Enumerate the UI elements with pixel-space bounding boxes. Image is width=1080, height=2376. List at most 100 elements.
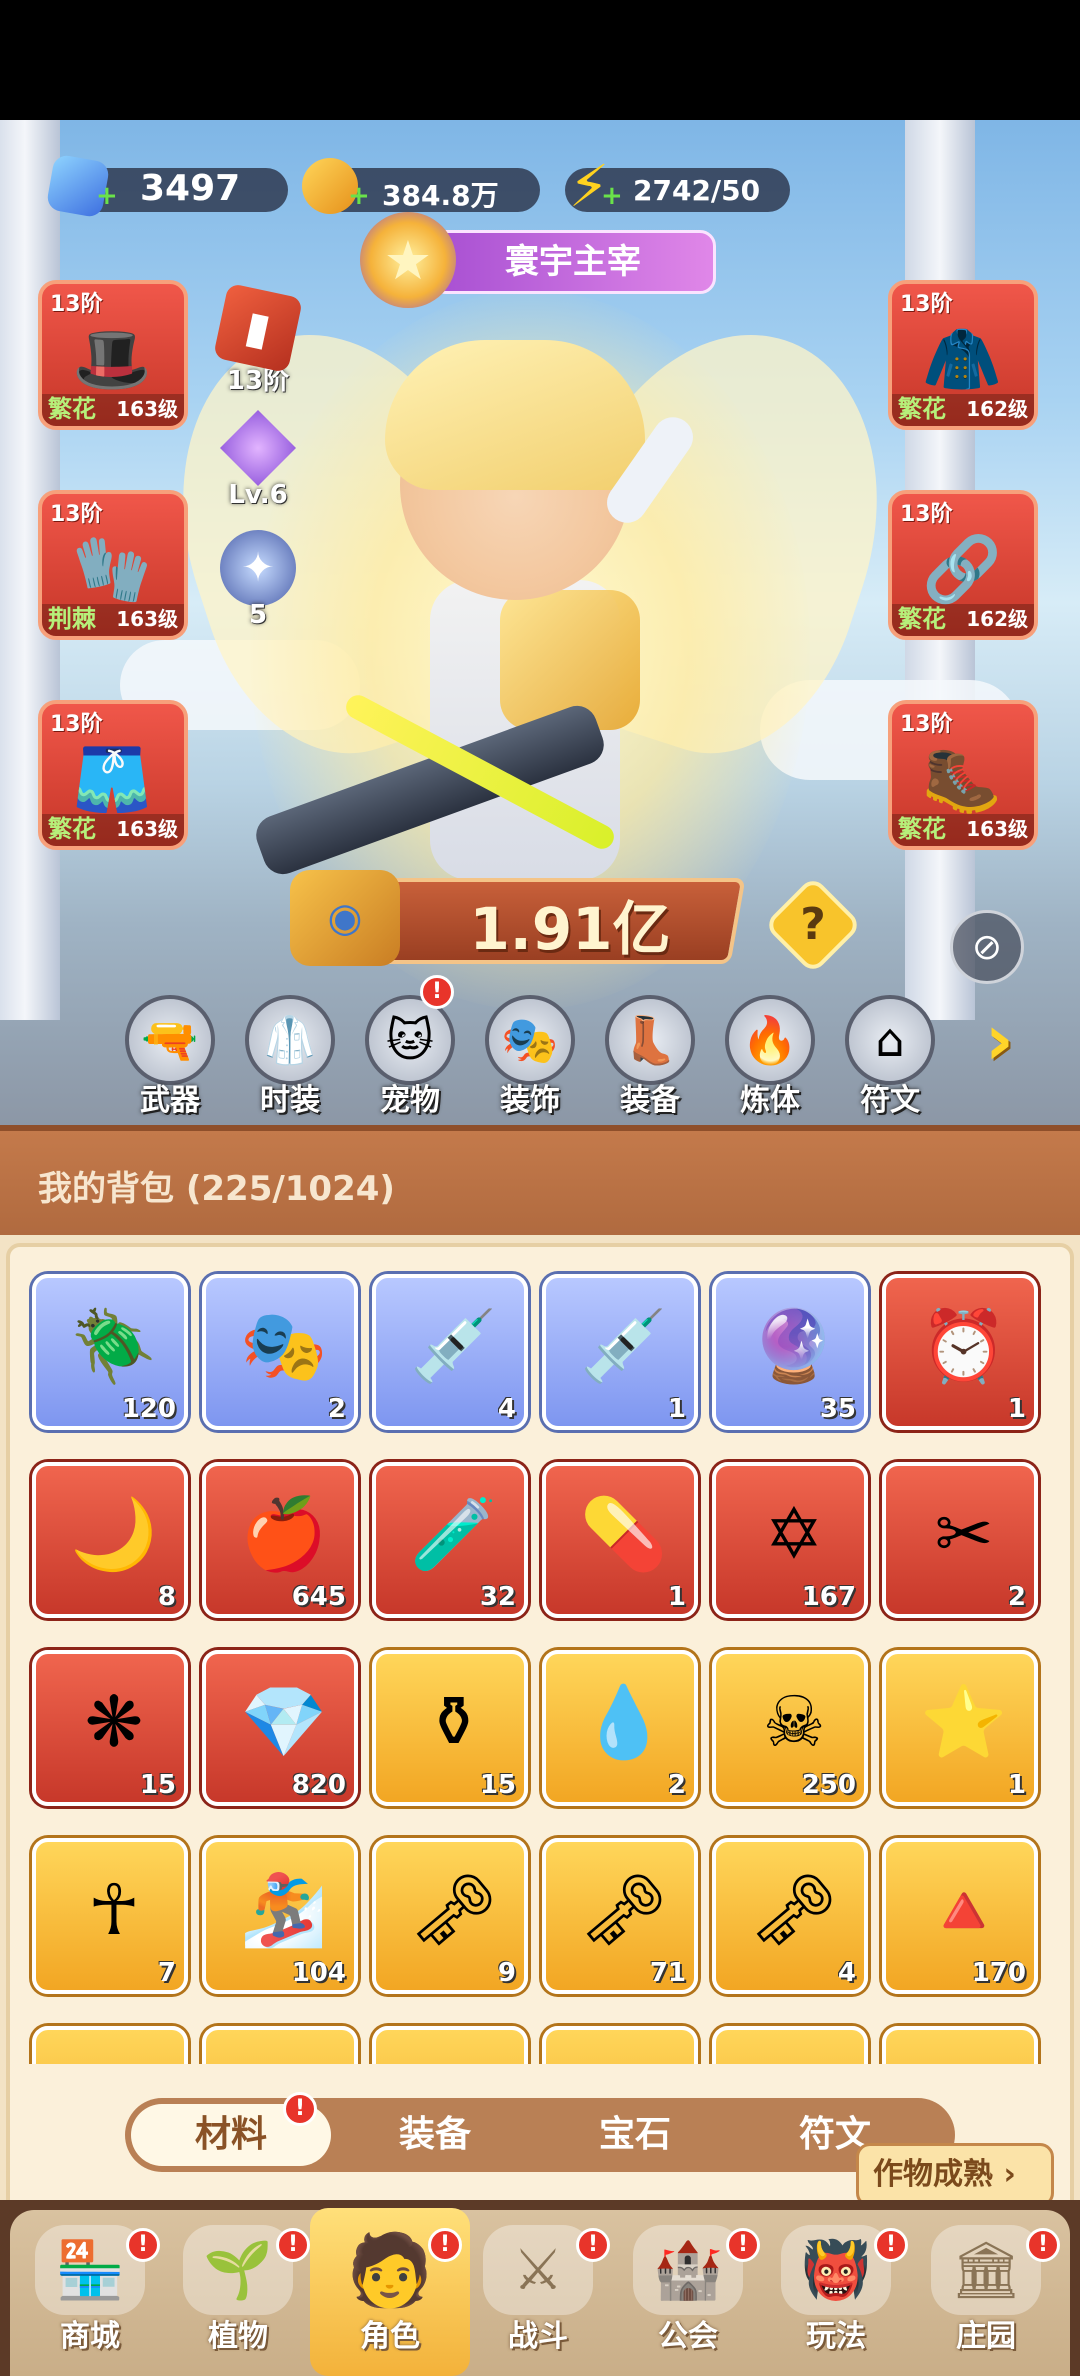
tier-stat[interactable]: ▮ 13阶 [212, 282, 304, 397]
category-pet[interactable]: 🐱 宠物 [360, 995, 460, 1119]
power-gem-icon: ◉ [290, 870, 400, 966]
inventory-item[interactable]: ✂ 2 [882, 1462, 1038, 1618]
slot-level: 162级 [966, 607, 1028, 631]
harvest-button[interactable]: 作物成熟 › [856, 2143, 1054, 2207]
item-count: 35 [819, 1394, 856, 1424]
gold-key-icon: 🗝 [579, 1868, 669, 1951]
category-decoration[interactable]: 🎭 装饰 [480, 995, 580, 1119]
inventory-item[interactable]: 🍎 645 [202, 1462, 358, 1618]
slot-name: 繁花 [898, 815, 946, 843]
inventory-item[interactable]: ☠ 250 [712, 1650, 868, 1806]
partial-item-icon [910, 2048, 1018, 2064]
nav-label: 庄园 [956, 2319, 1016, 2354]
inventory-item[interactable] [32, 2026, 188, 2064]
chevron-right-icon[interactable]: › [985, 1005, 1045, 1075]
item-count: 9 [497, 1958, 516, 1988]
inventory-item[interactable]: 🏂 104 [202, 1838, 358, 1994]
plus-icon[interactable]: + [601, 183, 623, 209]
inventory-item[interactable]: 💉 4 [372, 1274, 528, 1430]
inventory-item[interactable]: ⚱ 15 [372, 1650, 528, 1806]
title-badge[interactable]: 寰宇主宰 ★ [360, 212, 730, 308]
inventory-item[interactable]: 🗝 4 [712, 1838, 868, 1994]
slot-tier: 13阶 [900, 292, 953, 317]
energy-value: 2742/50 [633, 174, 761, 207]
category-refine[interactable]: 🔥 炼体 [720, 995, 820, 1119]
equip-slot-belt[interactable]: 🔗 13阶 繁花 162级 [888, 490, 1038, 640]
clock-card-icon: ⏰ [920, 1304, 1008, 1387]
inventory-item[interactable]: 🌙 8 [32, 1462, 188, 1618]
tab-gems[interactable]: 宝石 [535, 2104, 735, 2166]
inventory-item[interactable]: 💉 1 [542, 1274, 698, 1430]
inventory-item[interactable]: 🎭 2 [202, 1274, 358, 1430]
item-count: 2 [327, 1394, 346, 1424]
coin-value: 384.8万 [382, 179, 499, 212]
slot-level: 163级 [116, 817, 178, 841]
boot-icon: 👢 [605, 995, 695, 1085]
plus-icon[interactable]: + [96, 183, 118, 209]
partial-item-icon [740, 2048, 848, 2064]
item-count: 1 [1007, 1394, 1026, 1424]
plus-icon[interactable]: + [348, 183, 370, 209]
inventory-item[interactable]: 🗝 9 [372, 1838, 528, 1994]
inventory-item[interactable]: 🧪 32 [372, 1462, 528, 1618]
equip-slot-shorts[interactable]: 🩳 13阶 繁花 163级 [38, 700, 188, 850]
category-label: 武器 [140, 1083, 200, 1118]
level-stat[interactable]: Lv.6 [218, 410, 298, 510]
inventory-item[interactable]: 💊 1 [542, 1462, 698, 1618]
item-count: 120 [121, 1394, 176, 1424]
inventory-item[interactable] [202, 2026, 358, 2064]
inventory-item[interactable] [542, 2026, 698, 2064]
manor-icon: 🏛 [931, 2225, 1041, 2315]
item-count: 4 [837, 1958, 856, 1988]
notification-badge: ! [726, 2228, 760, 2262]
diamond-counter[interactable]: + 3497 [45, 153, 288, 219]
partial-item-icon [60, 2048, 168, 2064]
question-icon[interactable]: ? [778, 890, 848, 960]
category-label: 宠物 [380, 1083, 440, 1118]
inventory-item[interactable] [882, 2026, 1038, 2064]
category-rune[interactable]: ⌂ 符文 [840, 995, 940, 1119]
inventory-item[interactable]: 💎 820 [202, 1650, 358, 1806]
inventory-item[interactable]: 🗝 71 [542, 1838, 698, 1994]
inventory-item[interactable]: ❋ 15 [32, 1650, 188, 1806]
inventory-item[interactable] [372, 2026, 528, 2064]
crystal-cluster-icon: 💎 [240, 1680, 328, 1763]
ankh-icon: ☥ [87, 1869, 141, 1951]
notification-badge: ! [420, 975, 454, 1009]
inventory-item[interactable]: 🔺 170 [882, 1838, 1038, 1994]
orbit-orb-icon: 🔮 [750, 1304, 838, 1387]
equip-slot-jacket[interactable]: 🧥 13阶 繁花 162级 [888, 280, 1038, 430]
inventory-item[interactable]: ⭐ 1 [882, 1650, 1038, 1806]
slot-name: 繁花 [48, 395, 96, 423]
item-count: 15 [139, 1770, 176, 1800]
tab-equipment[interactable]: 装备 [335, 2104, 535, 2166]
harvest-label: 作物成熟 [873, 2157, 993, 2192]
snowboard-icon: 🏂 [240, 1868, 328, 1951]
equip-slot-hat[interactable]: 🎩 13阶 繁花 163级 [38, 280, 188, 430]
hexagram-icon: ✡ [764, 1493, 824, 1575]
item-count: 2 [1007, 1582, 1026, 1612]
category-weapon[interactable]: 🔫 武器 [120, 995, 220, 1119]
coin-counter[interactable]: + 384.8万 [302, 158, 540, 214]
equip-slot-boots[interactable]: 🥾 13阶 繁花 163级 [888, 700, 1038, 850]
equip-slot-glove[interactable]: 🧤 13阶 荆棘 163级 [38, 490, 188, 640]
energy-counter[interactable]: ⚡ + 2742/50 [565, 157, 790, 215]
star-stat[interactable]: ✦ 5 [218, 530, 298, 630]
title-banner-text: 寰宇主宰 [430, 230, 716, 294]
slot-level: 163级 [116, 397, 178, 421]
cat-face-icon: 🐱 [365, 995, 455, 1085]
inventory-item[interactable] [712, 2026, 868, 2064]
inventory-item[interactable]: ✡ 167 [712, 1462, 868, 1618]
category-equipment[interactable]: 👢 装备 [600, 995, 700, 1119]
hide-eye-icon[interactable]: ⊘ [950, 910, 1024, 984]
red-potion-icon: 🍎 [240, 1492, 328, 1575]
inventory-item[interactable]: ⏰ 1 [882, 1274, 1038, 1430]
inventory-item[interactable]: 💧 2 [542, 1650, 698, 1806]
inventory-item[interactable]: ☥ 7 [32, 1838, 188, 1994]
inventory-item[interactable]: 🔮 35 [712, 1274, 868, 1430]
green-tube-icon: 🧪 [410, 1492, 498, 1575]
backpack-title: 我的背包 (225/1024) [38, 1169, 395, 1209]
category-fashion[interactable]: 🥼 时装 [240, 995, 340, 1119]
nav-label: 角色 [360, 2319, 420, 2354]
inventory-item[interactable]: 🪲 120 [32, 1274, 188, 1430]
